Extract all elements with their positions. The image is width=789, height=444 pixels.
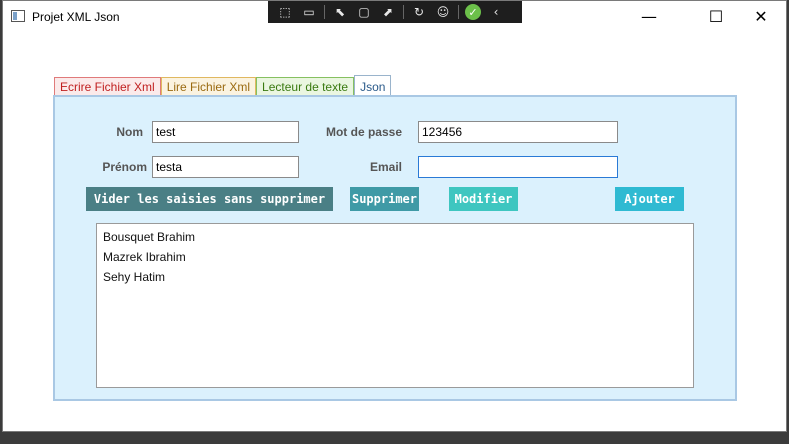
track-focus-icon[interactable]: ⬈ [379,4,397,20]
tab-lire-fichier-xml[interactable]: Lire Fichier Xml [160,77,257,96]
camera-icon[interactable]: ▭ [300,4,318,20]
person-listbox[interactable]: Bousquet Brahim Mazrek Ibrahim Sehy Hati… [96,223,694,388]
window-title: Projet XML Json [32,10,120,24]
cursor-icon[interactable]: ⬉ [331,4,349,20]
add-button[interactable]: Ajouter [615,187,684,211]
nom-input[interactable] [152,121,299,143]
collapse-icon[interactable]: ‹ [487,4,505,20]
toolbar-separator [458,5,459,19]
prenom-label: Prénom [102,160,147,174]
title-bar: Projet XML Json ⬚ ▭ ⬉ ▢ ⬈ ↻ ☺ ✓ ‹ — ☐ ✕ [3,1,786,32]
toolbar-separator [403,5,404,19]
prenom-input[interactable] [152,156,299,178]
maximize-button[interactable]: ☐ [693,1,739,32]
nom-label: Nom [116,125,143,139]
tab-ecrire-fichier-xml[interactable]: Ecrire Fichier Xml [54,77,161,96]
close-button[interactable]: ✕ [738,1,784,32]
json-tab-panel: Nom Prénom Mot de passe Email Vider les … [53,95,737,401]
hot-reload-icon[interactable]: ↻ [410,4,428,20]
clear-fields-button[interactable]: Vider les saisies sans supprimer [86,187,333,211]
select-element-icon[interactable]: ⬚ [276,4,294,20]
app-window: Projet XML Json ⬚ ▭ ⬉ ▢ ⬈ ↻ ☺ ✓ ‹ — ☐ ✕ … [2,0,787,432]
app-icon [11,10,25,22]
list-item[interactable]: Bousquet Brahim [103,229,687,249]
tab-json[interactable]: Json [354,75,392,97]
delete-button[interactable]: Supprimer [350,187,419,211]
accessibility-icon[interactable]: ☺ [434,4,452,20]
check-icon[interactable]: ✓ [465,4,481,20]
password-input[interactable] [418,121,618,143]
toolbar-separator [324,5,325,19]
tab-strip: Ecrire Fichier Xml Lire Fichier Xml Lect… [54,74,392,97]
email-label: Email [369,160,402,174]
modify-button[interactable]: Modifier [449,187,518,211]
minimize-button[interactable]: — [626,1,672,32]
password-label: Mot de passe [325,125,402,139]
tab-lecteur-de-texte[interactable]: Lecteur de texte [256,77,355,96]
list-item[interactable]: Mazrek Ibrahim [103,249,687,269]
email-input[interactable] [418,156,618,178]
list-item[interactable]: Sehy Hatim [103,269,687,289]
frame-icon[interactable]: ▢ [355,4,373,20]
debug-toolbar: ⬚ ▭ ⬉ ▢ ⬈ ↻ ☺ ✓ ‹ [268,1,522,23]
